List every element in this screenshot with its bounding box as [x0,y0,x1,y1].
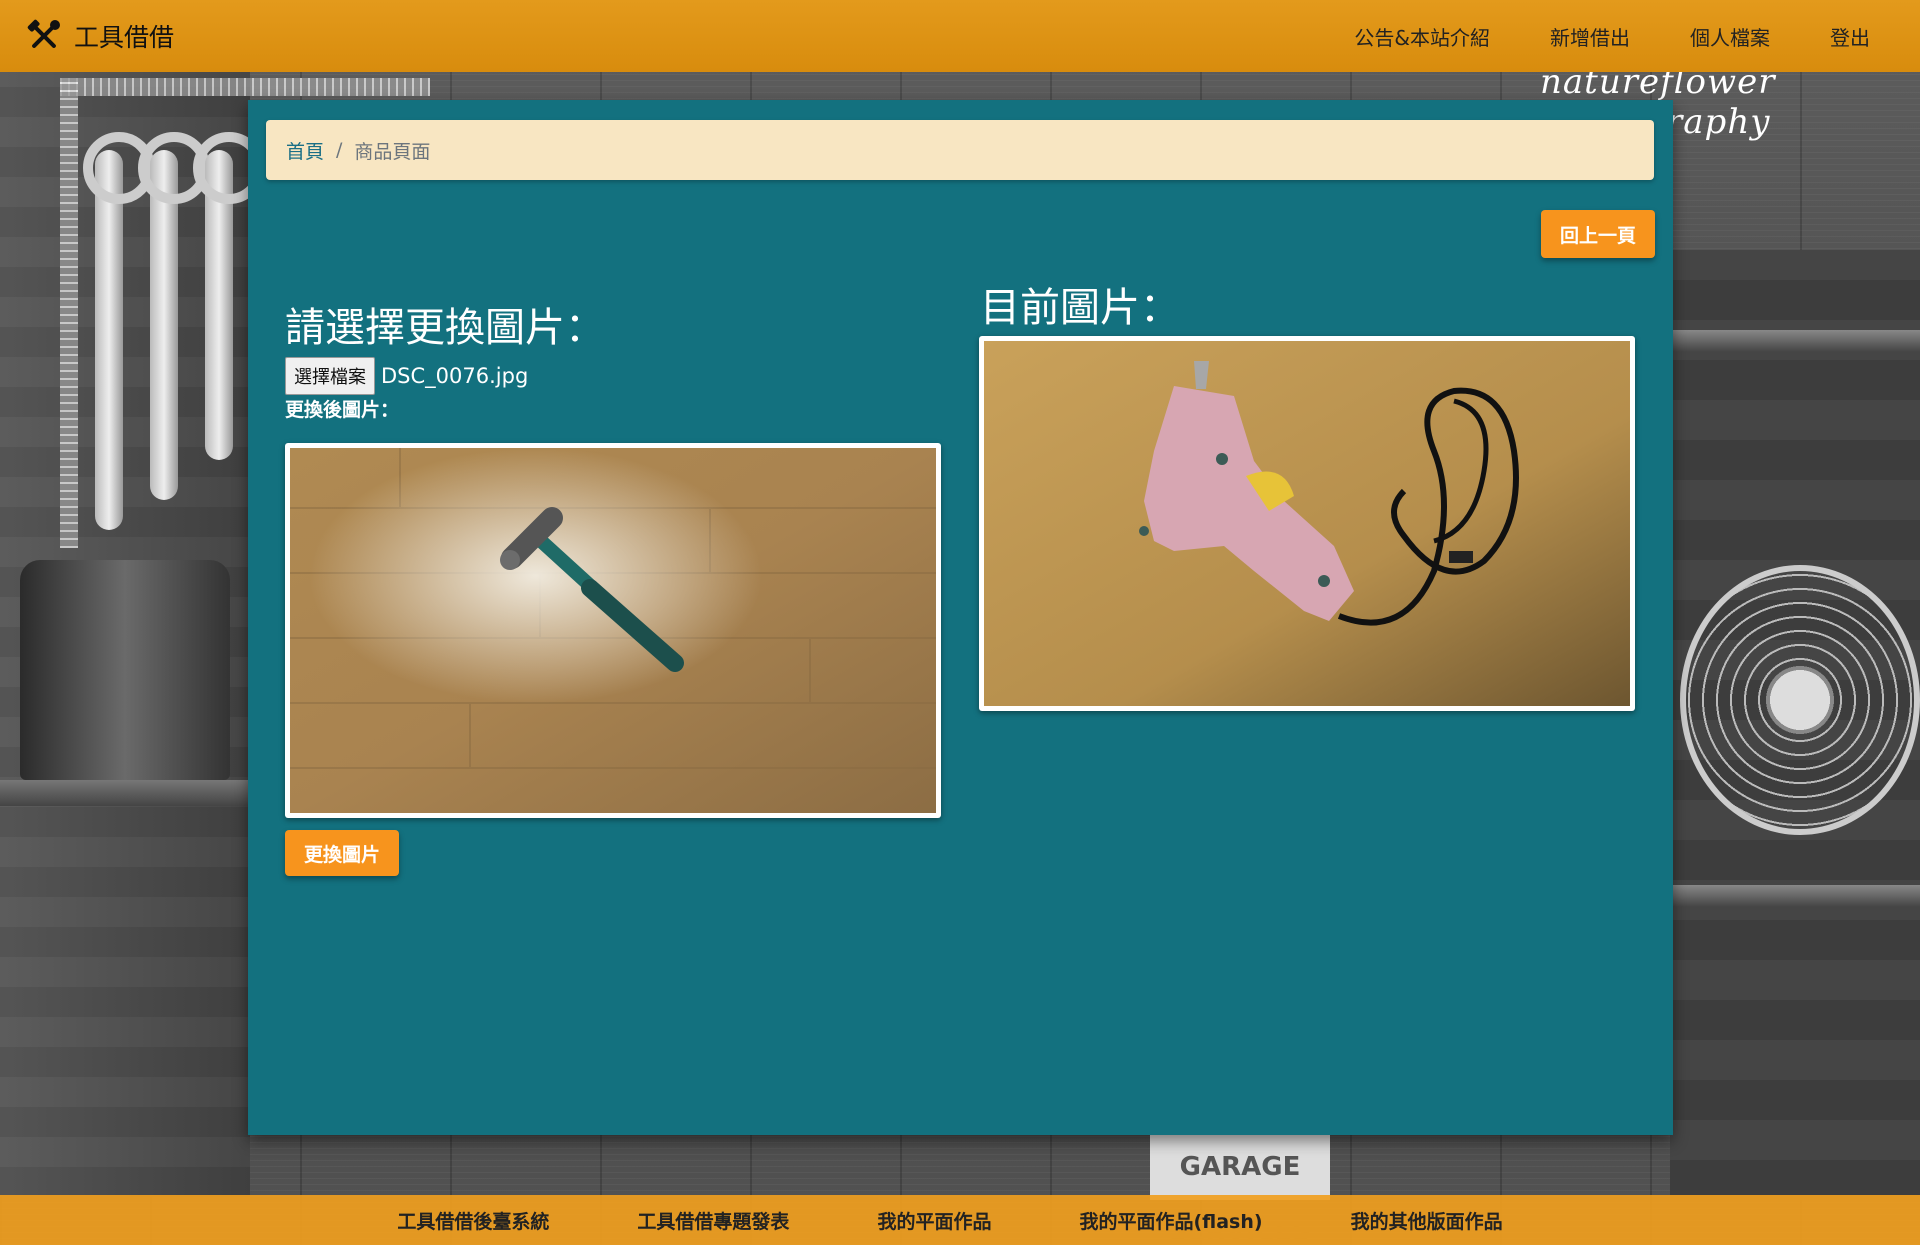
current-image-glue-gun [984,341,1630,706]
footer-link-project[interactable]: 工具借借專題發表 [637,1207,789,1234]
file-input: 選擇檔案 DSC_0076.jpg [285,357,528,395]
top-navbar: 工具借借 公告&本站介紹 新增借出 個人檔案 登出 [0,0,1920,72]
background-shelf [1670,330,1920,352]
breadcrumb: 首頁 / 商品頁面 [266,120,1654,180]
nav-profile[interactable]: 個人檔案 [1690,22,1770,51]
footer-bar: 工具借借後臺系統 工具借借專題發表 我的平面作品 我的平面作品(flash) 我… [0,1195,1920,1245]
background-wrench [138,132,210,500]
current-image-title: 目前圖片： [980,285,1180,331]
breadcrumb-home-link[interactable]: 首頁 [286,137,324,164]
background-wrench [193,132,265,460]
background-ruler-vertical [60,78,78,548]
current-image-frame [979,336,1635,711]
background-oil-can [20,560,230,780]
breadcrumb-separator: / [336,139,343,161]
change-image-button[interactable]: 更換圖片 [285,830,399,876]
nav-announcements[interactable]: 公告&本站介紹 [1354,22,1490,51]
background-shelf [0,780,248,806]
background-wrench [83,132,155,530]
nav-logout[interactable]: 登出 [1830,22,1870,51]
preview-label: 更換後圖片： [285,399,400,421]
breadcrumb-current: 商品頁面 [354,140,431,163]
back-button[interactable]: 回上一頁 [1541,210,1655,258]
footer-link-flash-works[interactable]: 我的平面作品(flash) [1079,1207,1262,1234]
choose-file-button[interactable]: 選擇檔案 [285,357,375,395]
footer-link-other-layouts[interactable]: 我的其他版面作品 [1351,1207,1503,1234]
main-nav: 公告&本站介紹 新增借出 個人檔案 登出 [1354,22,1870,51]
preview-image-hammer [290,448,936,813]
background-sign: GARAGE SERVICES [1150,1135,1330,1245]
background-shelf [1670,885,1920,907]
nav-add-loan[interactable]: 新增借出 [1550,22,1630,51]
background-ruler [60,78,430,96]
brand-title: 工具借借 [74,23,175,52]
tools-icon [27,19,60,48]
upload-title: 請選擇更換圖片： [285,305,605,351]
brand-link[interactable]: 工具借借 [26,18,174,54]
selected-file-name: DSC_0076.jpg [381,364,529,388]
preview-image-frame [285,443,941,818]
main-panel: 首頁 / 商品頁面 回上一頁 請選擇更換圖片： 選擇檔案 DSC_0076.jp… [248,100,1673,1135]
background-fan [1680,565,1920,835]
footer-link-graphic-works[interactable]: 我的平面作品 [877,1207,991,1234]
footer-link-backend[interactable]: 工具借借後臺系統 [397,1207,549,1234]
